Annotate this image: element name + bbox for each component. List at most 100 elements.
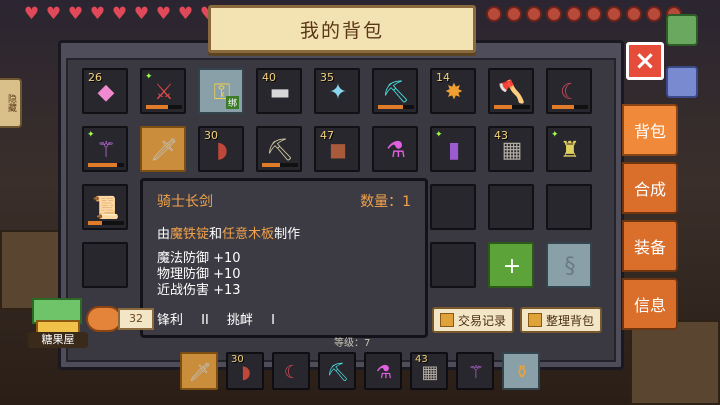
hotbar-slot[interactable]: 🗡 (180, 352, 218, 390)
chat-icon[interactable] (666, 66, 698, 98)
item-count: 35 (320, 71, 334, 84)
inventory-slot[interactable]: ☾ (546, 68, 592, 114)
tab-label: 背包 (633, 122, 666, 141)
spellbook-icon: ▮ (447, 137, 461, 163)
tab-label: 合成 (633, 180, 666, 199)
inventory-slot[interactable]: ✦ ⚚ (82, 126, 128, 172)
inventory-slot[interactable]: § (546, 242, 592, 288)
item-count: 30 (204, 129, 218, 142)
stat-line: 魔法防御 +10 (157, 251, 241, 266)
shop-icon[interactable] (666, 14, 698, 46)
inventory-slot[interactable]: ▦ 43 (488, 126, 534, 172)
tab-label: 装备 (633, 238, 666, 257)
diamond-axe-icon: 🪓 (498, 79, 526, 105)
inventory-slot[interactable]: + (488, 242, 534, 288)
hotbar-slot[interactable]: ⚗ (364, 352, 402, 390)
coin-icon (86, 306, 122, 332)
inventory-slot[interactable]: ▬ 40 (256, 68, 302, 114)
heart-icon: ♥ (67, 4, 84, 24)
inventory-slot[interactable]: ✦ ♜ (546, 126, 592, 172)
hotbar-slot[interactable]: ⛏ (318, 352, 356, 390)
inventory-slot[interactable] (430, 242, 476, 288)
title-banner: 我的背包 (208, 5, 476, 53)
tab-info[interactable]: 信息 (622, 278, 678, 330)
durability-bar (378, 105, 414, 109)
hotbar-slot[interactable]: ☾ (272, 352, 310, 390)
hide-side-tab[interactable]: 隐藏 (0, 78, 22, 128)
close-button[interactable]: × (626, 42, 664, 80)
inventory-slot[interactable]: ◼ 47 (314, 126, 360, 172)
tab-label: 信息 (633, 296, 666, 315)
item-count: 30 (231, 354, 244, 365)
hotbar-slot[interactable]: ⚱ (502, 352, 540, 390)
heart-icon: ♥ (177, 4, 194, 24)
background-block (630, 320, 720, 405)
inventory-slot[interactable]: ✸ 14 (430, 68, 476, 114)
item-recipe: 由魔铁锭和任意木板制作 (157, 223, 300, 242)
candy-house-button[interactable]: 糖果屋 (28, 298, 88, 350)
recipe-text: 制作 (274, 227, 301, 242)
health-bar: ♥♥♥♥♥♥♥♥♥♥ (22, 6, 239, 23)
inventory-slot[interactable]: ⛏ (372, 68, 418, 114)
food-icon (646, 6, 662, 22)
heart-icon: ♥ (133, 4, 150, 24)
inventory-slot[interactable]: 📜 (82, 184, 128, 230)
inventory-slot[interactable]: ⚿ 绑 (198, 68, 244, 114)
close-icon: × (634, 46, 656, 76)
heart-icon: ♥ (89, 4, 106, 24)
bound-badge: 绑 (225, 96, 239, 109)
hotbar-slot[interactable]: ◗ 30 (226, 352, 264, 390)
item-count: 47 (320, 129, 334, 142)
inventory-slot[interactable]: ⚗ (372, 126, 418, 172)
inventory-slot[interactable] (488, 184, 534, 230)
inventory-slot[interactable] (546, 184, 592, 230)
item-count: 26 (88, 71, 102, 84)
sort-bag-button[interactable]: 整理背包 (520, 307, 602, 333)
hotbar-slot[interactable]: ▦ 43 (410, 352, 448, 390)
inventory-slot[interactable]: 🪓 (488, 68, 534, 114)
durability-bar (262, 163, 298, 167)
item-count: 43 (494, 129, 508, 142)
food-icon (626, 6, 642, 22)
potion-icon: ⚗ (375, 361, 393, 383)
inventory-slot[interactable]: ◆ 26 (82, 68, 128, 114)
inventory-slot[interactable]: 🗡 (140, 126, 186, 172)
food-icon (566, 6, 582, 22)
red-sword-icon: ⚔ (154, 79, 174, 105)
inventory-slot[interactable]: ✦ ⚔ (140, 68, 186, 114)
candy-house-label: 糖果屋 (28, 332, 88, 348)
durability-bar (146, 105, 182, 109)
item-enchantments: 锋利 II 挑衅 I (157, 313, 275, 328)
dark-scythe-icon: ☾ (283, 361, 301, 383)
purple-staff-icon: ⚚ (467, 361, 485, 383)
rune-stone-icon: § (564, 253, 576, 279)
heart-icon: ♥ (23, 4, 40, 24)
food-icon (586, 6, 602, 22)
durability-bar (552, 105, 588, 109)
food-icon (546, 6, 562, 22)
add-slot-icon: + (502, 253, 522, 279)
page-title: 我的背包 (299, 19, 384, 42)
diamond-pickaxe-icon: ⛏ (326, 361, 350, 383)
inventory-slot[interactable] (430, 184, 476, 230)
hunger-bar (486, 6, 682, 22)
recipe-text: 由 (157, 227, 171, 242)
inventory-slot[interactable]: ✦ 35 (314, 68, 360, 114)
tab-crafting[interactable]: 合成 (622, 162, 678, 214)
tab-equipment[interactable]: 装备 (622, 220, 678, 272)
durability-bar (494, 105, 530, 109)
inventory-slot[interactable] (82, 242, 128, 288)
inventory-slot[interactable]: ◗ 30 (198, 126, 244, 172)
recipe-text: 和 (209, 227, 223, 242)
durability-bar (88, 221, 124, 225)
heart-icon: ♥ (111, 4, 128, 24)
inventory-slot[interactable]: ✦ ▮ (430, 126, 476, 172)
item-stats: 魔法防御 +10 物理防御 +10 近战伤害 +13 (157, 251, 241, 299)
inventory-slot[interactable]: ⛏ (256, 126, 302, 172)
hotbar-slot[interactable]: ⚚ (456, 352, 494, 390)
tab-bag[interactable]: 背包 (622, 104, 678, 156)
pickaxe-icon: ⛏ (266, 137, 294, 163)
stat-line: 近战伤害 +13 (157, 283, 241, 298)
durability-bar (88, 163, 124, 167)
trade-log-button[interactable]: 交易记录 (432, 307, 514, 333)
